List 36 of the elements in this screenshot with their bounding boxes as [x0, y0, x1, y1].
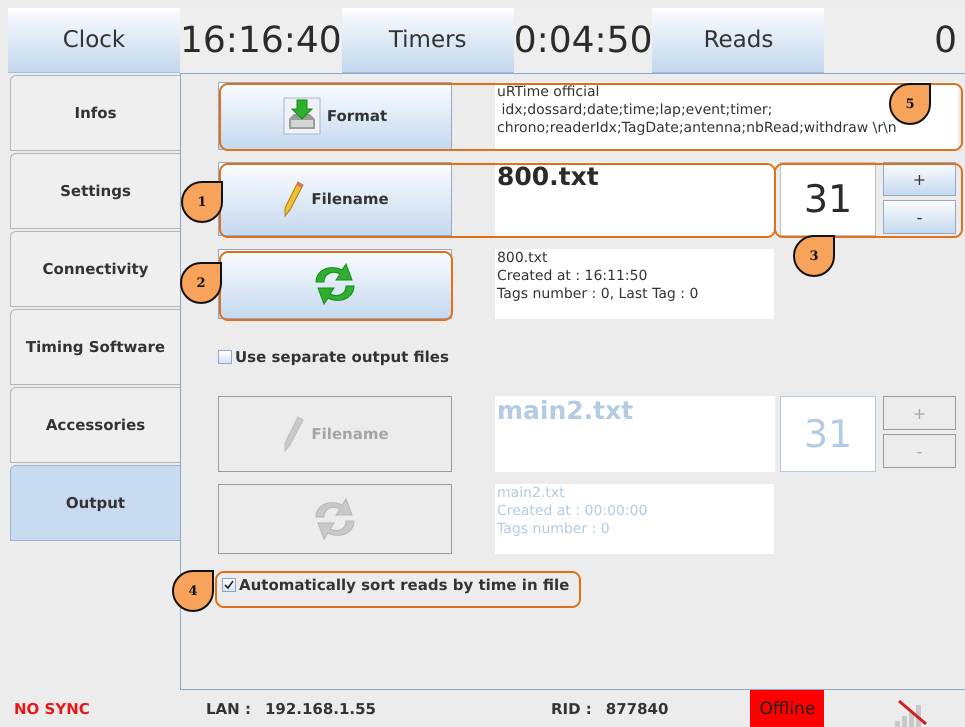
- connection-status: Offline: [750, 690, 824, 727]
- filename-button[interactable]: Filename: [218, 162, 452, 236]
- filename-field: 800.txt: [495, 162, 775, 236]
- decrement-button[interactable]: -: [883, 200, 956, 234]
- number-field: 31: [780, 162, 876, 236]
- number-field: 31: [780, 396, 876, 472]
- sync-status: NO SYNC: [14, 700, 91, 718]
- increment-button[interactable]: +: [883, 162, 956, 196]
- sidebar-tab[interactable]: Timing Software: [10, 309, 180, 385]
- sidebar-tab[interactable]: Settings: [10, 153, 180, 229]
- checkbox[interactable]: [218, 350, 232, 364]
- filename-field: main2.txt: [495, 396, 775, 472]
- sidebar-tab[interactable]: Accessories: [10, 387, 180, 463]
- lan-label: LAN :: [206, 700, 251, 718]
- rid-value: 877840: [606, 700, 668, 718]
- refresh-button[interactable]: [218, 484, 452, 554]
- sidebar-tab[interactable]: Output: [10, 465, 180, 541]
- callout-badge: 2: [180, 262, 222, 304]
- download-tray-icon: [282, 97, 321, 135]
- callout-badge: 4: [172, 570, 214, 612]
- sidebar-tab[interactable]: Connectivity: [10, 231, 180, 307]
- rid-label: RID :: [550, 700, 592, 718]
- file-info: 800.txt Created at : 16:11:50 Tags number : 0, Last Tag : 0: [495, 249, 774, 319]
- header-label: Clock: [8, 8, 180, 73]
- checkbox-label: Use separate output files: [235, 348, 449, 366]
- header-label: Timers: [342, 8, 514, 73]
- lan-address: 192.168.1.55: [264, 700, 377, 718]
- sidebar-tab[interactable]: Infos: [10, 75, 180, 151]
- callout-badge: 3: [793, 235, 835, 277]
- format-button[interactable]: Format: [218, 82, 452, 150]
- callout-badge: 1: [181, 181, 223, 223]
- checkbox-label: Automatically sort reads by time in file: [239, 576, 570, 594]
- no-signal-icon: [893, 699, 928, 727]
- checkbox[interactable]: [222, 578, 236, 592]
- file-info: main2.txt Created at : 00:00:00 Tags number : 0: [495, 484, 774, 554]
- header-label: Reads: [652, 8, 824, 73]
